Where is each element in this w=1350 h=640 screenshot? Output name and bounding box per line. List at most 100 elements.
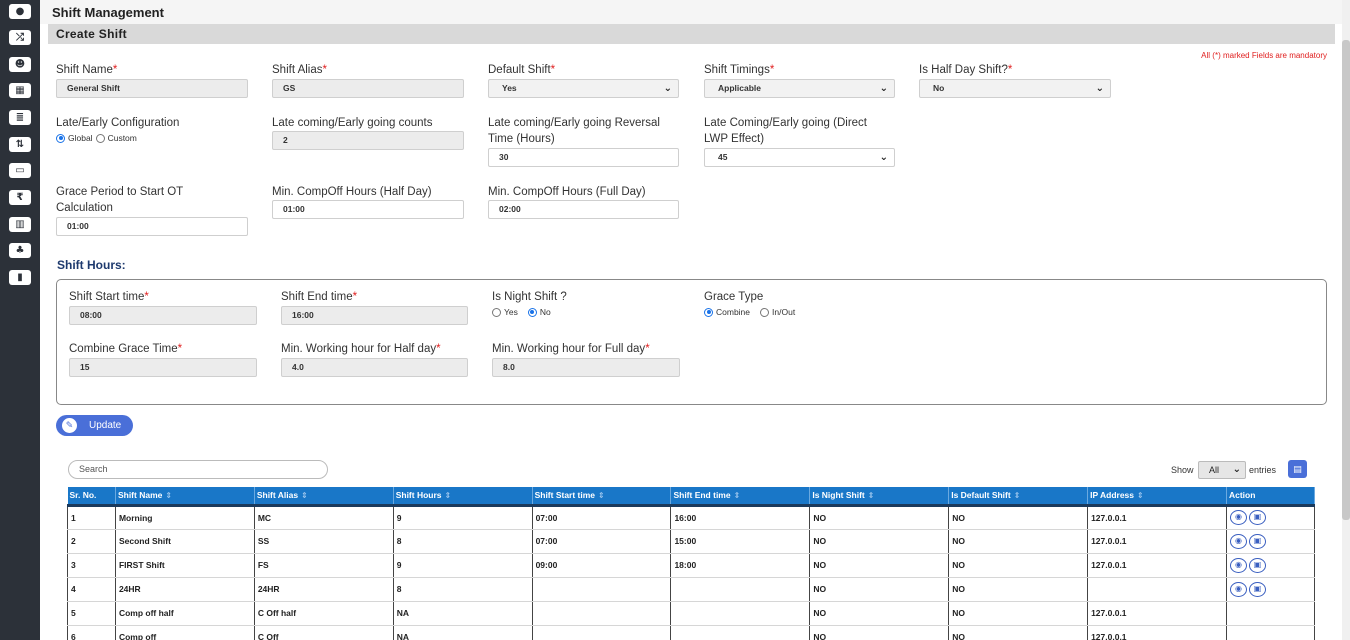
show-label: Show xyxy=(1171,465,1194,475)
column-header-label: Is Default Shift xyxy=(951,490,1011,501)
table-cell: NO xyxy=(948,625,1089,640)
file-icon: ▤ xyxy=(1293,464,1302,474)
column-header[interactable]: Shift Hours ⇕ xyxy=(393,487,533,507)
shift-start-input[interactable]: 08:00 xyxy=(69,306,257,325)
radio-combine[interactable] xyxy=(704,307,713,317)
column-header[interactable]: Is Night Shift ⇕ xyxy=(809,487,950,507)
column-header[interactable]: IP Address ⇕ xyxy=(1087,487,1227,507)
default-shift-select[interactable]: Yes ⌄ xyxy=(488,79,679,98)
shift-timings-select[interactable]: Applicable ⌄ xyxy=(704,79,895,98)
shift-alias-input[interactable]: GS xyxy=(272,79,464,98)
shift-timings-value: Applicable xyxy=(718,83,761,93)
trash-icon[interactable]: ▣ xyxy=(1248,510,1266,525)
column-header[interactable]: Shift Start time ⇕ xyxy=(532,487,672,507)
table-header-row: Sr. No. Shift Name ⇕ Shift Alias ⇕ Shift Hour… xyxy=(67,487,1316,507)
compoff-half-label: Min. CompOff Hours (Half Day) xyxy=(272,186,432,198)
bookmark-icon[interactable]: ▮ xyxy=(9,270,31,285)
table-cell: Comp off xyxy=(115,625,255,640)
table-cell xyxy=(532,625,672,640)
radio-inout[interactable] xyxy=(760,307,770,317)
table-cell: 127.0.0.1 xyxy=(1087,505,1227,530)
column-header[interactable]: Is Default Shift ⇕ xyxy=(948,487,1089,507)
grace-ot-input[interactable]: 01:00 xyxy=(56,217,248,236)
trash-icon[interactable]: ▣ xyxy=(1248,533,1266,549)
column-header[interactable]: Shift Alias ⇕ xyxy=(254,487,394,507)
shift-end-input[interactable]: 16:00 xyxy=(281,306,468,325)
update-button[interactable]: ✎ Update xyxy=(56,415,133,436)
column-header[interactable]: Sr. No. xyxy=(67,487,116,507)
radio-global-label: Global xyxy=(68,133,93,143)
table-cell: NO xyxy=(948,553,1089,578)
table-cell: NO xyxy=(809,625,950,640)
radio-night-no[interactable] xyxy=(527,307,537,317)
eye-icon[interactable]: ◉ xyxy=(1229,581,1247,597)
sitemap-icon[interactable]: ♣ xyxy=(9,243,31,258)
sort-icon[interactable]: ⇕ xyxy=(165,491,172,500)
sort-icon[interactable]: ⇕ xyxy=(1137,491,1144,500)
chevron-down-icon: ⌄ xyxy=(879,83,888,94)
column-header[interactable]: Shift End time ⇕ xyxy=(670,487,811,507)
eye-icon[interactable]: ◉ xyxy=(1229,533,1247,549)
sidebar: ● ⤮ ☻ ▦ ≣ ⇅ ▭ ₹ ▥ ♣ ▮ xyxy=(0,0,40,640)
table-cell: SS xyxy=(254,529,394,554)
entries-select[interactable]: All ⌄ xyxy=(1198,461,1246,479)
table-cell: NO xyxy=(809,529,950,554)
table-cell: 09:00 xyxy=(532,553,672,578)
users-icon[interactable]: ☻ xyxy=(9,57,31,72)
table-cell: NO xyxy=(809,553,950,578)
sort-icon[interactable]: ⇕ xyxy=(445,491,452,500)
half-day-select[interactable]: No ⌄ xyxy=(919,79,1111,98)
table-cell: NO xyxy=(948,505,1089,530)
lwp-effect-select[interactable]: 45 ⌄ xyxy=(704,148,895,167)
column-header-label: Shift End time xyxy=(673,490,731,501)
grace-type-label: Grace Type xyxy=(704,291,764,303)
eye-icon[interactable]: ◉ xyxy=(1229,510,1247,525)
page-title: Shift Management xyxy=(52,5,164,20)
sort-icon[interactable]: ⇕ xyxy=(1014,491,1021,500)
late-config-label: Late/Early Configuration xyxy=(56,117,180,129)
rupee-icon[interactable]: ₹ xyxy=(9,190,31,205)
table-cell: 24HR xyxy=(115,577,255,602)
export-button[interactable]: ▤ xyxy=(1288,460,1307,478)
scrollbar-thumb[interactable] xyxy=(1342,40,1350,520)
radio-global[interactable] xyxy=(56,133,65,143)
chevron-down-icon: ⌄ xyxy=(1095,83,1104,94)
trash-icon[interactable]: ▣ xyxy=(1248,581,1266,597)
bar-chart-icon[interactable]: ▥ xyxy=(9,217,31,232)
money-icon[interactable]: ▭ xyxy=(9,163,31,178)
radio-night-yes[interactable] xyxy=(492,307,501,317)
combine-grace-input[interactable]: 15 xyxy=(69,358,257,377)
action-cell: ◉ ▣ xyxy=(1226,505,1316,530)
min-full-input[interactable]: 8.0 xyxy=(492,358,680,377)
table-row: 1 Morning MC 9 07:00 16:00 NO NO 127.0.0.1 ◉ ▣ xyxy=(67,505,1316,530)
shuffle-icon[interactable]: ⤮ xyxy=(9,30,31,45)
table-cell: NO xyxy=(948,529,1089,554)
table-cell: 127.0.0.1 xyxy=(1087,529,1227,554)
column-header[interactable]: Shift Name ⇕ xyxy=(115,487,255,507)
shift-name-input[interactable]: General Shift xyxy=(56,79,248,98)
scrollbar[interactable] xyxy=(1342,0,1350,640)
table-cell: FIRST Shift xyxy=(115,553,255,578)
sort-icon[interactable]: ⇕ xyxy=(868,491,875,500)
radio-custom[interactable] xyxy=(95,133,105,143)
eye-icon[interactable]: ◉ xyxy=(1229,557,1247,573)
list-icon[interactable]: ≣ xyxy=(9,110,31,125)
late-counts-input[interactable]: 2 xyxy=(272,131,464,150)
reversal-time-input[interactable]: 30 xyxy=(488,148,679,167)
sort-icon[interactable]: ⇕ xyxy=(301,491,308,500)
sort-icon[interactable]: ⇕ xyxy=(734,491,741,500)
column-header[interactable]: Action xyxy=(1226,487,1316,507)
sort-icon[interactable]: ⇅ xyxy=(9,137,31,152)
calendar-icon[interactable]: ▦ xyxy=(9,83,31,98)
chevron-down-icon: ⌄ xyxy=(879,152,888,163)
trash-icon[interactable]: ▣ xyxy=(1248,557,1266,573)
sort-icon[interactable]: ⇕ xyxy=(598,491,605,500)
table-row: 5 Comp off half C Off half NA NO NO 127.0.0.1 xyxy=(67,601,1316,626)
min-half-input[interactable]: 4.0 xyxy=(281,358,468,377)
compoff-full-input[interactable]: 02:00 xyxy=(488,200,679,219)
table-row: 4 24HR 24HR 8 NO NO ◉ ▣ xyxy=(67,577,1316,602)
table-cell: FS xyxy=(254,553,394,578)
search-input[interactable]: Search xyxy=(68,460,328,479)
info-circle-icon[interactable]: ● xyxy=(9,4,31,19)
compoff-half-input[interactable]: 01:00 xyxy=(272,200,464,219)
